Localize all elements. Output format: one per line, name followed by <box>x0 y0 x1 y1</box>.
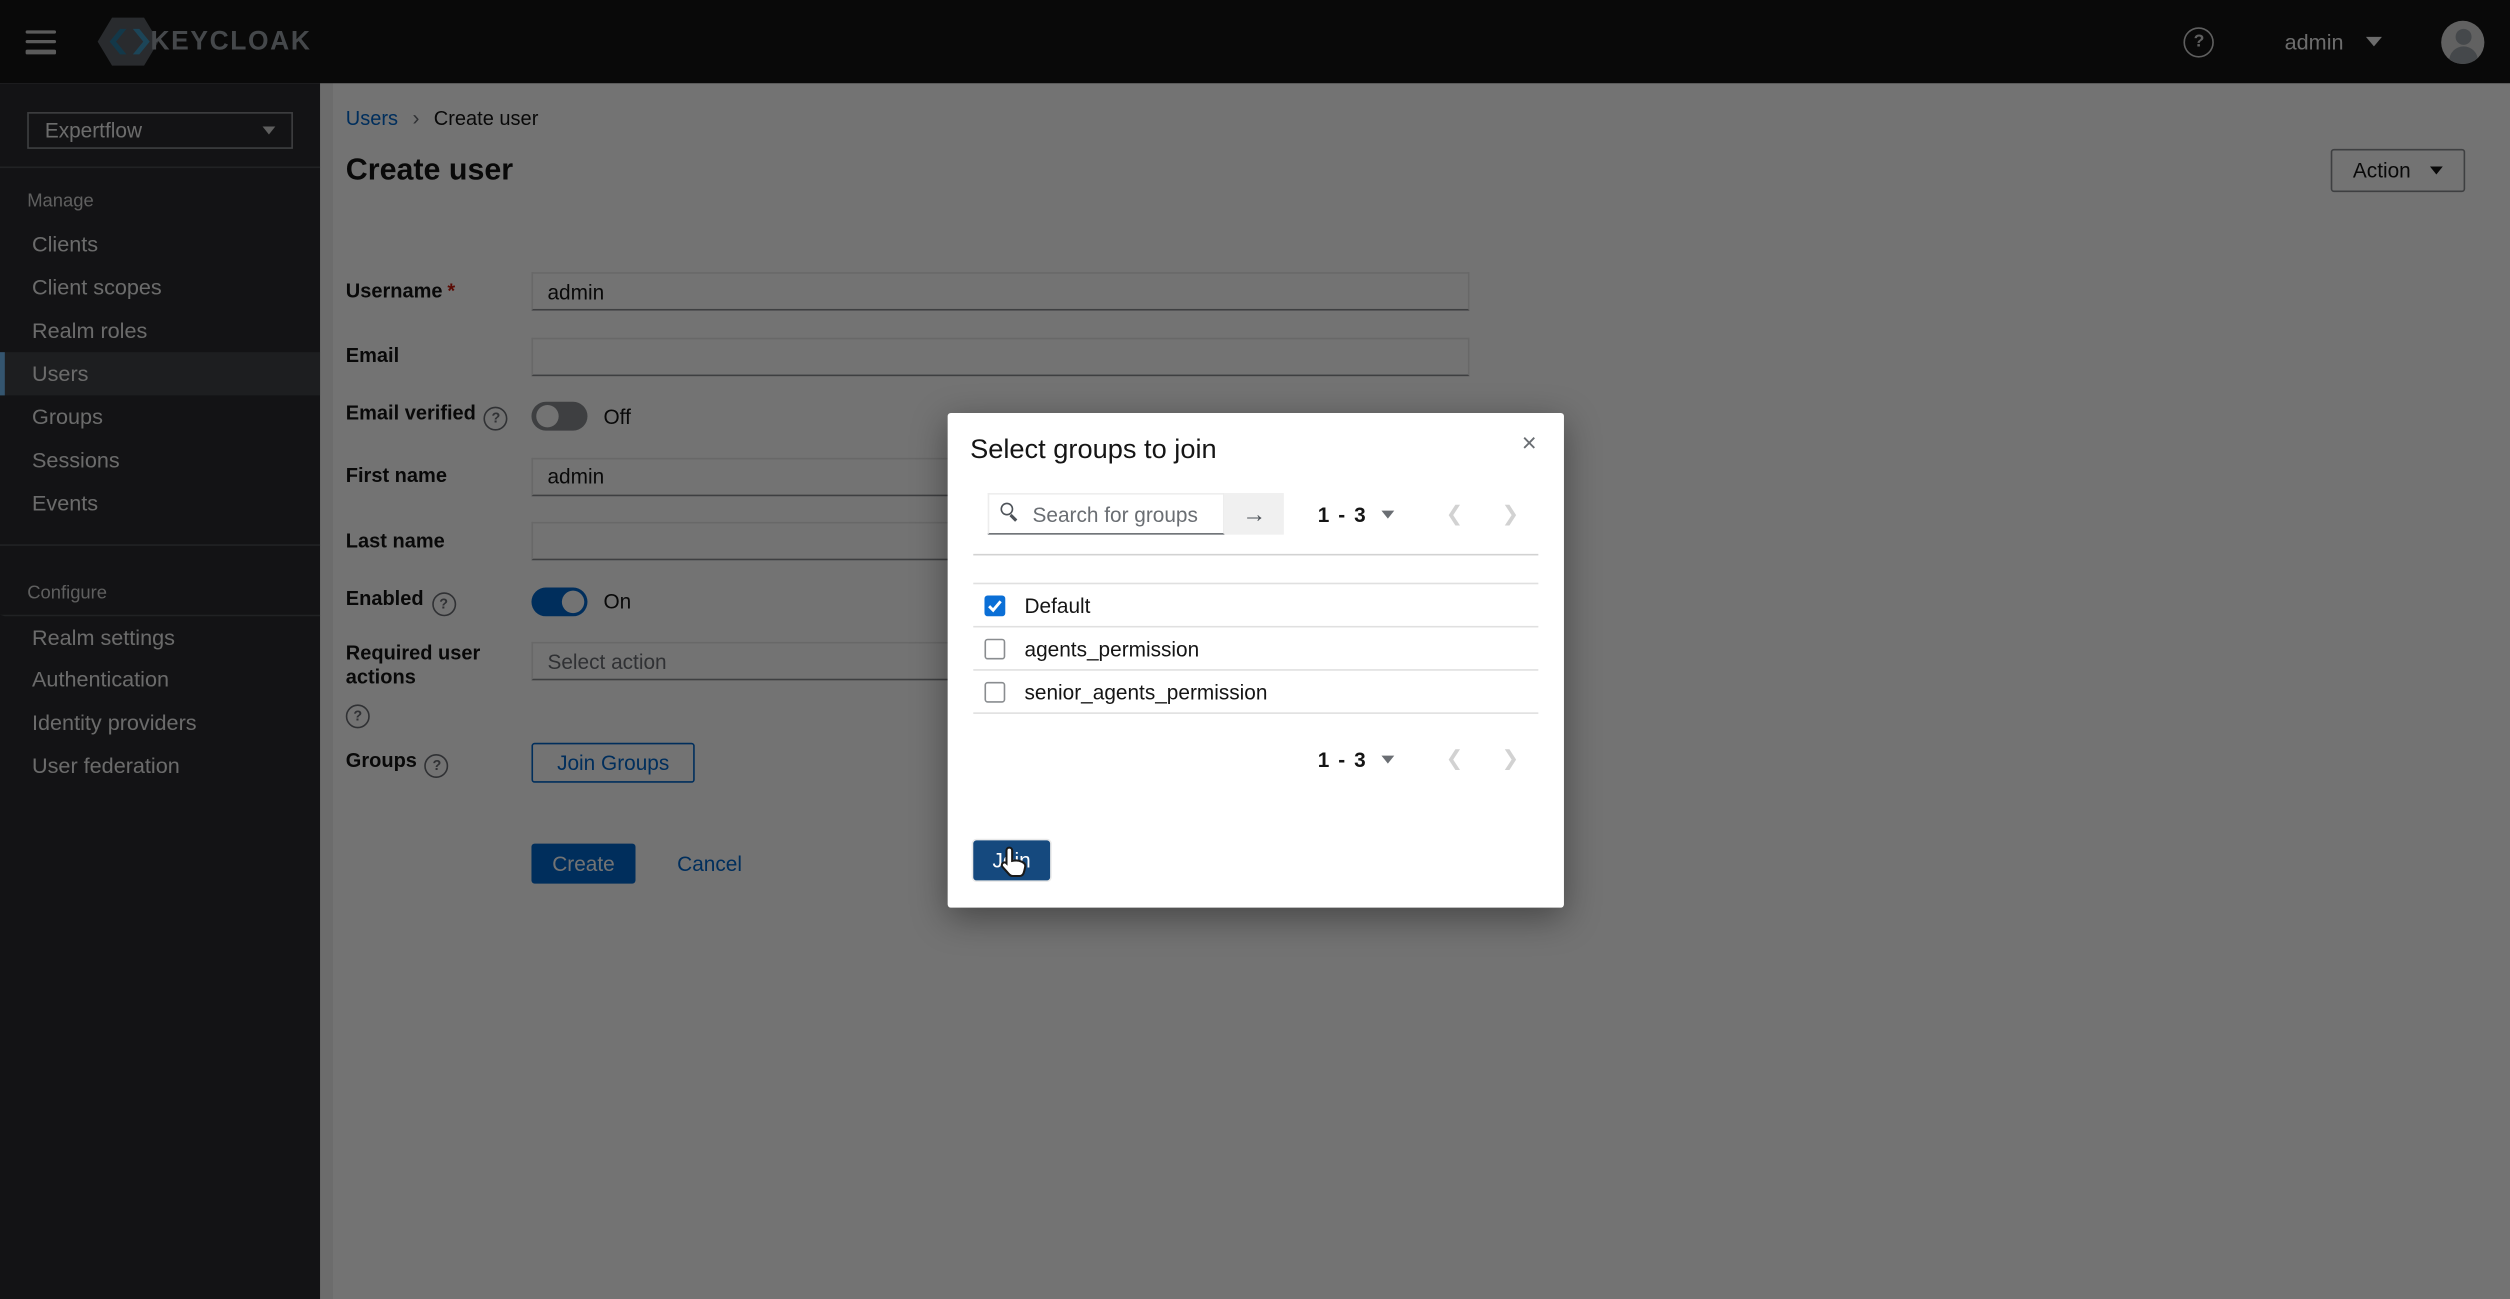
chevron-right-icon[interactable]: ❯ <box>1482 501 1538 527</box>
modal-toolbar: → 1 - 3 ❮ ❯ <box>988 493 1539 535</box>
pagination-bottom: 1 - 3 ❮ ❯ <box>948 746 1539 772</box>
pagination-top: 1 - 3 ❮ ❯ <box>1318 501 1539 527</box>
check-icon <box>988 598 1002 612</box>
pagination-range: 1 - 3 <box>1318 502 1368 526</box>
group-checkbox-agents-permission[interactable] <box>984 638 1005 659</box>
pagination-range: 1 - 3 <box>1318 747 1368 771</box>
search-icon <box>1000 503 1019 522</box>
join-button[interactable]: Join <box>973 840 1050 880</box>
caret-down-icon <box>1382 510 1395 518</box>
group-label: senior_agents_permission <box>1024 680 1267 704</box>
close-icon[interactable]: × <box>1514 429 1545 461</box>
chevron-left-icon[interactable]: ❮ <box>1427 746 1483 772</box>
group-row: agents_permission <box>973 628 1538 671</box>
pagination-options-menu[interactable]: 1 - 3 <box>1318 747 1395 771</box>
chevron-left-icon[interactable]: ❮ <box>1427 501 1483 527</box>
group-search-input[interactable] <box>988 493 1225 535</box>
divider <box>973 554 1538 556</box>
chevron-right-icon[interactable]: ❯ <box>1482 746 1538 772</box>
search-submit-button[interactable]: → <box>1225 493 1284 535</box>
group-list: Default agents_permission senior_agents_… <box>973 583 1538 714</box>
group-label: Default <box>1024 593 1090 617</box>
caret-down-icon <box>1382 755 1395 763</box>
group-label: agents_permission <box>1024 636 1199 660</box>
arrow-right-icon: → <box>1242 500 1266 527</box>
keycloak-admin-console: KEYCLOAK ? admin Expertflow Manage Clien… <box>0 0 2510 1299</box>
group-checkbox-senior-agents-permission[interactable] <box>984 681 1005 702</box>
group-row: senior_agents_permission <box>973 671 1538 714</box>
select-groups-modal: Select groups to join × → 1 - 3 ❮ ❯ <box>948 413 1564 908</box>
pagination-options-menu[interactable]: 1 - 3 <box>1318 502 1395 526</box>
group-checkbox-default[interactable] <box>984 595 1005 616</box>
group-row: Default <box>973 584 1538 627</box>
modal-title: Select groups to join <box>948 413 1564 466</box>
